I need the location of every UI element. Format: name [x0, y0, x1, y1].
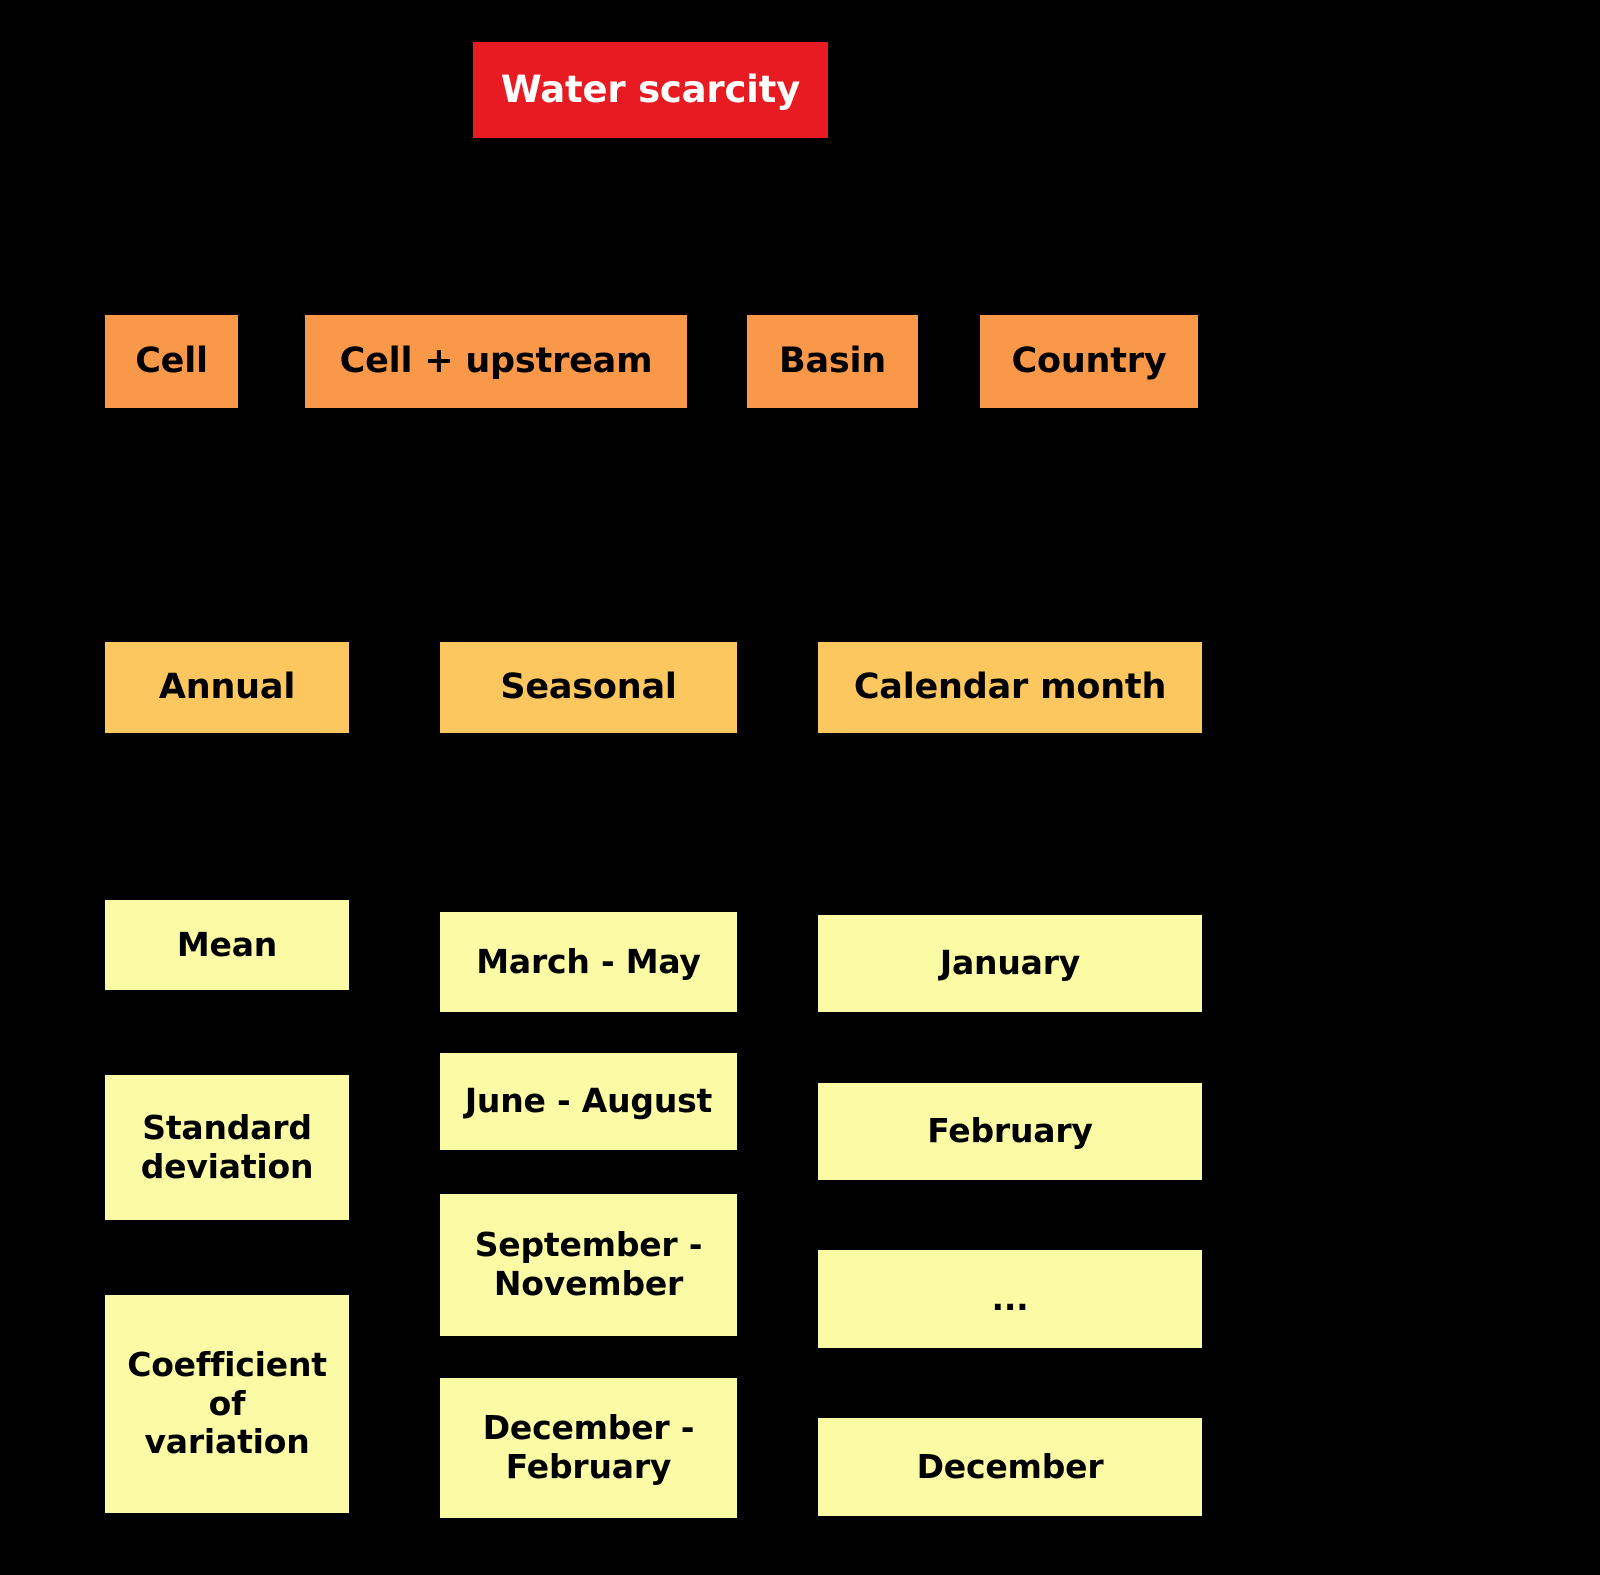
node-spatial-cell-label: Cell: [135, 340, 208, 381]
node-temporal-seasonal[interactable]: Seasonal: [440, 642, 737, 733]
node-month-ellipsis-label: ...: [991, 1278, 1029, 1318]
node-season-december-february[interactable]: December - February: [440, 1378, 737, 1518]
node-temporal-annual-label: Annual: [158, 666, 296, 707]
node-metric-standard-deviation[interactable]: Standard deviation: [105, 1075, 349, 1220]
node-season-september-november[interactable]: September - November: [440, 1194, 737, 1336]
node-season-march-may-label: March - May: [476, 941, 701, 981]
node-season-march-may[interactable]: March - May: [440, 912, 737, 1012]
node-spatial-cell-upstream[interactable]: Cell + upstream: [305, 315, 687, 408]
node-spatial-cell[interactable]: Cell: [105, 315, 238, 408]
node-season-december-february-label: December - February: [482, 1408, 695, 1486]
node-spatial-cell-upstream-label: Cell + upstream: [339, 340, 653, 381]
node-temporal-calendar-month-label: Calendar month: [853, 666, 1167, 707]
node-temporal-seasonal-label: Seasonal: [500, 666, 677, 707]
node-month-february[interactable]: February: [818, 1083, 1202, 1180]
node-month-ellipsis[interactable]: ...: [818, 1250, 1202, 1348]
node-spatial-country-label: Country: [1011, 340, 1167, 381]
node-spatial-basin-label: Basin: [778, 340, 887, 381]
node-month-january-label: January: [939, 943, 1081, 983]
node-season-june-august-label: June - August: [464, 1081, 713, 1121]
node-metric-standard-deviation-label: Standard deviation: [140, 1107, 314, 1186]
node-month-february-label: February: [927, 1111, 1093, 1151]
node-spatial-basin[interactable]: Basin: [747, 315, 918, 408]
node-water-scarcity[interactable]: Water scarcity: [473, 42, 828, 138]
node-metric-mean-label: Mean: [176, 924, 278, 964]
node-water-scarcity-label: Water scarcity: [500, 68, 801, 112]
node-metric-coefficient-of-variation[interactable]: Coefficient of variation: [105, 1295, 349, 1513]
node-spatial-country[interactable]: Country: [980, 315, 1198, 408]
diagram-canvas: Water scarcity Cell Cell + upstream Basi…: [0, 0, 1600, 1575]
node-month-december-label: December: [916, 1446, 1104, 1486]
node-metric-coefficient-of-variation-label: Coefficient of variation: [127, 1344, 327, 1462]
node-season-june-august[interactable]: June - August: [440, 1053, 737, 1150]
node-month-december[interactable]: December: [818, 1418, 1202, 1516]
node-season-september-november-label: September - November: [474, 1225, 703, 1303]
node-temporal-calendar-month[interactable]: Calendar month: [818, 642, 1202, 733]
node-temporal-annual[interactable]: Annual: [105, 642, 349, 733]
node-month-january[interactable]: January: [818, 915, 1202, 1012]
node-metric-mean[interactable]: Mean: [105, 900, 349, 990]
